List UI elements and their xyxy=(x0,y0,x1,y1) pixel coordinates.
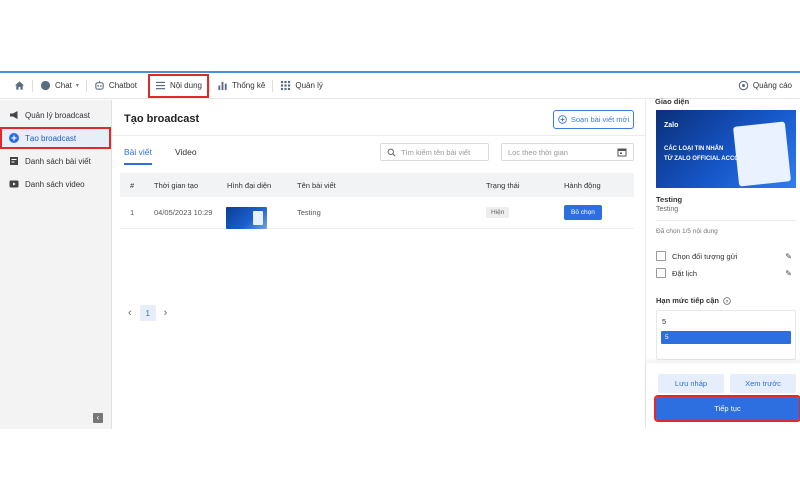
preview-logo: Zalo xyxy=(664,122,679,129)
page-title: Tạo broadcast xyxy=(124,113,200,125)
page-number[interactable]: 1 xyxy=(139,305,156,321)
new-post-label: Soạn bài viết mới xyxy=(570,115,630,124)
chevron-down-icon: ▾ xyxy=(75,83,79,89)
nav-ads-label: Quảng cáo xyxy=(752,81,792,90)
table-row: 1 04/05/2023 10:29 Testing Hiện Bỏ chọn xyxy=(120,197,634,229)
article-thumbnail xyxy=(226,206,267,229)
sidebar-item-label: Danh sách video xyxy=(25,179,85,189)
bar-chart-icon xyxy=(218,81,227,91)
chosen-count: Đã chọn 1/5 nội dung xyxy=(656,228,718,235)
plus-circle-icon xyxy=(9,133,19,143)
sidebar-item-manage-broadcast[interactable]: Quản lý broadcast xyxy=(0,104,111,126)
column-header: Hình đại diện xyxy=(227,180,272,190)
reach-limit-box: 5 5 xyxy=(656,310,796,360)
column-header: Trạng thái xyxy=(486,180,520,190)
table-header: # Thời gian tạo Hình đại diện Tên bài vi… xyxy=(120,173,634,197)
continue-button[interactable]: Tiếp tục xyxy=(654,395,800,422)
date-placeholder: Lọc theo thời gian xyxy=(508,147,568,157)
reach-limit-label: Hạn mức tiếp cận xyxy=(656,296,719,305)
ads-icon xyxy=(738,80,749,91)
row-created: 04/05/2023 10:29 xyxy=(154,208,213,217)
article-icon xyxy=(9,156,19,166)
nav-stats-label: Thống kê xyxy=(231,81,266,90)
prev-page-button[interactable]: ‹ xyxy=(128,307,132,319)
pagination: ‹ 1 › xyxy=(128,305,167,321)
pencil-icon[interactable]: ✎ xyxy=(785,269,792,278)
post-subtitle: Testing xyxy=(656,206,679,213)
status-badge: Hiện xyxy=(486,207,510,218)
divider xyxy=(656,220,796,221)
recipients-label: Chọn đối tượng gửi xyxy=(672,251,738,261)
pencil-icon[interactable]: ✎ xyxy=(785,252,792,261)
nav-content-label: Nội dung xyxy=(169,81,202,90)
nav-chatbot[interactable]: Chatbot xyxy=(87,73,144,99)
date-filter-input[interactable]: Lọc theo thời gian xyxy=(501,143,634,161)
nav-chat[interactable]: Chat ▾ xyxy=(33,73,86,99)
new-post-button[interactable]: Soạn bài viết mới xyxy=(553,110,634,129)
panel-heading: Giao diện xyxy=(655,97,690,106)
video-icon xyxy=(9,179,19,189)
reach-limit-bar: 5 xyxy=(661,331,791,344)
search-input[interactable]: Tìm kiếm tên bài viết xyxy=(380,143,489,161)
articles-table: # Thời gian tạo Hình đại diện Tên bài vi… xyxy=(120,173,634,229)
row-title: Testing xyxy=(297,208,321,217)
sidebar: Quản lý broadcast Tạo broadcast Danh sác… xyxy=(0,100,112,429)
recipients-row[interactable]: Chọn đối tượng gửi ✎ xyxy=(656,251,792,261)
sidebar-item-label: Quản lý broadcast xyxy=(25,110,90,120)
nav-manage-label: Quản lý xyxy=(295,81,323,90)
sidebar-item-label: Tạo broadcast xyxy=(25,133,77,143)
next-page-button[interactable]: › xyxy=(164,307,168,319)
search-icon xyxy=(387,148,396,156)
collapse-sidebar-button[interactable]: ‹ xyxy=(93,413,103,423)
column-header: Hành động xyxy=(564,180,601,190)
app-screen: Chat ▾ Chatbot Nội dung Thống kê Quản lý… xyxy=(0,71,800,429)
save-draft-button[interactable]: Lưu nháp xyxy=(658,374,724,393)
column-header: Thời gian tạo xyxy=(154,180,199,190)
divider xyxy=(112,135,645,136)
sidebar-item-video-list[interactable]: Danh sách video xyxy=(0,173,111,195)
unselect-button[interactable]: Bỏ chọn xyxy=(564,205,602,220)
row-index: 1 xyxy=(130,208,135,217)
reach-limit-title: Hạn mức tiếp cận ? xyxy=(656,296,731,305)
schedule-row[interactable]: Đặt lịch ✎ xyxy=(656,268,792,278)
post-title: Testing xyxy=(656,195,683,204)
nav-content[interactable]: Nội dung xyxy=(147,73,209,98)
main-content: Tạo broadcast Soạn bài viết mới Bài viết… xyxy=(112,100,645,429)
nav-chat-label: Chat xyxy=(55,81,72,90)
sidebar-item-create-broadcast[interactable]: Tạo broadcast xyxy=(0,127,111,149)
preview-phone-mockup xyxy=(733,121,791,187)
chat-icon xyxy=(40,80,51,91)
reach-limit-value: 5 xyxy=(662,317,667,326)
robot-icon xyxy=(95,80,104,90)
tab-articles[interactable]: Bài viết xyxy=(124,147,152,165)
list-icon xyxy=(155,81,166,90)
calendar-icon xyxy=(617,148,627,157)
sidebar-item-article-list[interactable]: Danh sách bài viết xyxy=(0,150,111,172)
search-placeholder: Tìm kiếm tên bài viết xyxy=(401,147,471,157)
broadcast-preview-image: Zalo CÁC LOẠI TIN NHẮN TỪ ZALO OFFICIAL … xyxy=(656,110,796,188)
nav-chatbot-label: Chatbot xyxy=(108,81,137,90)
column-header: Tên bài viết xyxy=(297,180,336,190)
schedule-label: Đặt lịch xyxy=(672,268,698,278)
nav-manage[interactable]: Quản lý xyxy=(273,73,330,99)
help-icon[interactable]: ? xyxy=(723,296,731,305)
svg-text:?: ? xyxy=(725,298,728,304)
preview-button[interactable]: Xem trước xyxy=(730,374,796,393)
home-icon xyxy=(14,81,25,90)
nav-ads[interactable]: Quảng cáo xyxy=(731,73,800,99)
column-header: # xyxy=(130,180,135,190)
schedule-checkbox[interactable] xyxy=(656,268,666,278)
megaphone-icon xyxy=(9,110,19,120)
plus-circle-icon xyxy=(558,115,567,124)
home-button[interactable] xyxy=(0,73,32,99)
top-nav: Chat ▾ Chatbot Nội dung Thống kê Quản lý… xyxy=(0,73,800,99)
recipients-checkbox[interactable] xyxy=(656,251,666,261)
nav-stats[interactable]: Thống kê xyxy=(210,73,272,99)
grid-icon xyxy=(281,80,291,91)
sidebar-item-label: Danh sách bài viết xyxy=(25,156,91,166)
preview-line: CÁC LOẠI TIN NHẮN xyxy=(664,146,724,152)
tab-video[interactable]: Video xyxy=(175,147,197,163)
right-panel: Giao diện Zalo CÁC LOẠI TIN NHẮN TỪ ZALO… xyxy=(645,97,800,429)
